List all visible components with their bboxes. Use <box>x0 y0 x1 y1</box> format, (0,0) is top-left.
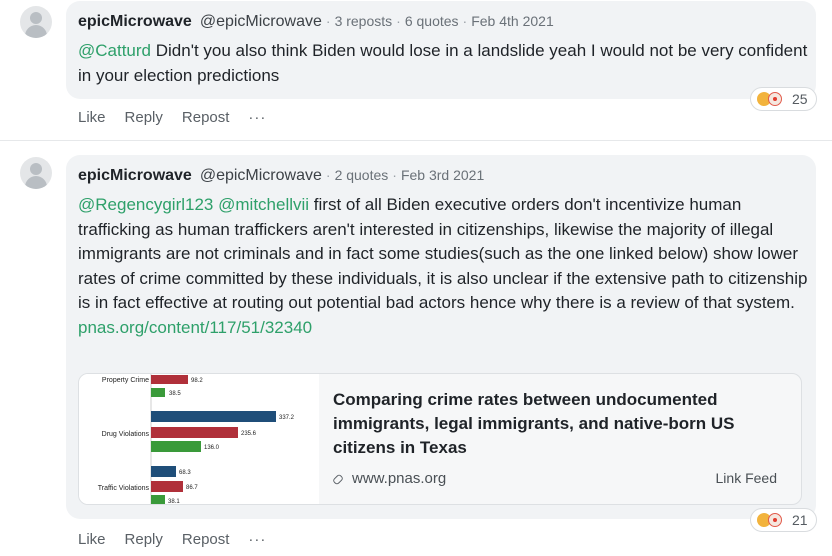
bar-traffic-green <box>151 495 165 504</box>
like-button[interactable]: Like <box>78 531 106 548</box>
link-domain-text: www.pnas.org <box>352 470 447 487</box>
post-date[interactable]: Feb 3rd 2021 <box>401 167 484 183</box>
post-text: @Catturd Didn't you also think Biden wou… <box>78 39 808 88</box>
bar-traffic-red <box>151 481 183 492</box>
thumb-label-traffic: Traffic Violations <box>98 485 150 492</box>
avatar[interactable] <box>20 157 52 189</box>
link-card-domain[interactable]: www.pnas.org <box>333 470 446 487</box>
bar-traffic-blue <box>151 466 176 477</box>
post-text: @Regencygirl123 @mitchellvii first of al… <box>78 193 808 340</box>
bar-property-red <box>151 375 188 384</box>
post-date[interactable]: Feb 4th 2021 <box>471 13 554 29</box>
bar-value-label: 235.6 <box>241 431 257 437</box>
more-options-button[interactable]: ··· <box>248 109 266 126</box>
reactions-badge[interactable]: 25 <box>750 87 817 111</box>
link-feed-button[interactable]: Link Feed <box>716 470 777 486</box>
link-thumbnail-chart: Property Crime 98.2 38.5 Drug Violations… <box>79 374 319 505</box>
reactions-badge[interactable]: 21 <box>750 508 817 532</box>
repost-button[interactable]: Repost <box>182 109 230 126</box>
repost-button[interactable]: Repost <box>182 531 230 548</box>
clown-icon <box>768 92 782 106</box>
post-meta: epicMicrowave @epicMicrowave · 3 reposts · 6 … <box>78 13 554 30</box>
reaction-count: 21 <box>792 512 808 528</box>
post-bubble: epicMicrowave @epicMicrowave · 2 quotes · Feb… <box>66 155 816 519</box>
quote-count[interactable]: 6 quotes <box>405 13 459 29</box>
post-1: epicMicrowave @epicMicrowave · 3 reposts · 6 … <box>0 0 832 140</box>
thumb-label-drug: Drug Violations <box>102 431 150 438</box>
bar-value-label: 38.1 <box>168 499 180 505</box>
bar-value-label: 136.0 <box>204 445 220 451</box>
link-card-title[interactable]: Comparing crime rates between undocument… <box>333 388 783 460</box>
bar-value-label: 337.2 <box>279 415 295 421</box>
bar-property-green <box>151 388 165 397</box>
avatar[interactable] <box>20 6 52 38</box>
reply-button[interactable]: Reply <box>125 531 163 548</box>
repost-count[interactable]: 3 reposts <box>335 13 393 29</box>
like-button[interactable]: Like <box>78 109 106 126</box>
bar-value-label: 98.2 <box>191 378 203 384</box>
post-meta: epicMicrowave @epicMicrowave · 2 quotes · Feb… <box>78 167 485 184</box>
external-link[interactable]: pnas.org/content/117/51/32340 <box>78 318 312 337</box>
quote-count[interactable]: 2 quotes <box>335 167 389 183</box>
author-name[interactable]: epicMicrowave <box>78 167 192 184</box>
reply-button[interactable]: Reply <box>125 109 163 126</box>
author-handle[interactable]: @epicMicrowave <box>200 167 322 184</box>
bar-drug-red <box>151 427 238 438</box>
link-preview-card[interactable]: Property Crime 98.2 38.5 Drug Violations… <box>78 373 802 505</box>
link-icon <box>333 473 345 485</box>
post-actions: Like Reply Repost ··· <box>78 531 285 548</box>
author-name[interactable]: epicMicrowave <box>78 13 192 30</box>
post-body: Didn't you also think Biden would lose i… <box>78 41 808 85</box>
bar-value-label: 68.3 <box>179 470 191 476</box>
bar-drug-green <box>151 441 201 452</box>
thumb-label-property: Property Crime <box>102 377 149 384</box>
post-bubble: epicMicrowave @epicMicrowave · 3 reposts · 6 … <box>66 1 816 99</box>
post-actions: Like Reply Repost ··· <box>78 109 285 126</box>
mention-link[interactable]: @Regencygirl123 <box>78 195 213 214</box>
mention-link[interactable]: @mitchellvii <box>218 195 309 214</box>
bar-value-label: 38.5 <box>169 391 181 397</box>
mention-link[interactable]: @Catturd <box>78 41 151 60</box>
reaction-count: 25 <box>792 91 808 107</box>
more-options-button[interactable]: ··· <box>248 531 266 548</box>
bar-value-label: 86.7 <box>186 485 198 491</box>
author-handle[interactable]: @epicMicrowave <box>200 13 322 30</box>
bar-drug-blue <box>151 411 276 422</box>
post-2: epicMicrowave @epicMicrowave · 2 quotes · Feb… <box>0 141 832 556</box>
clown-icon <box>768 513 782 527</box>
